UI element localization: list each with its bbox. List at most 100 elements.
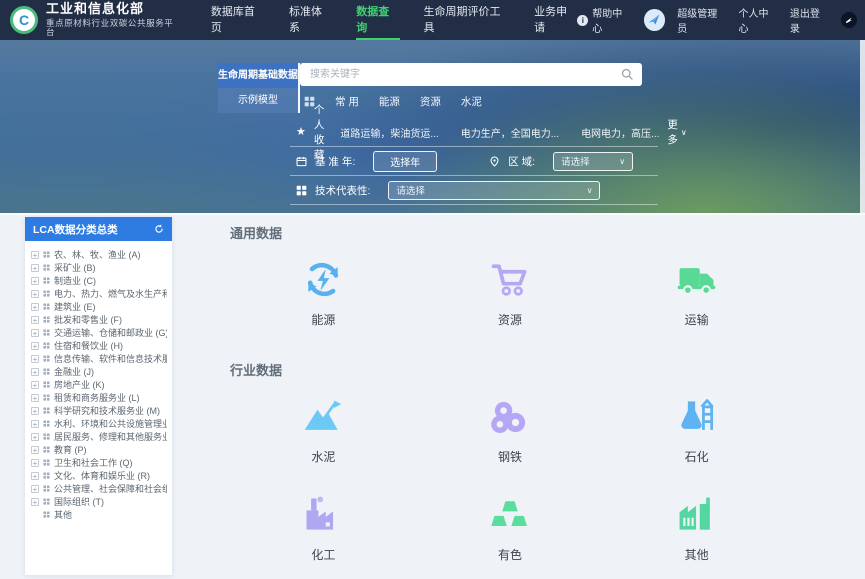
- expand-plus-icon[interactable]: [31, 264, 39, 272]
- sidebar-category-item[interactable]: 水利、环境和公共设施管理业 (N): [31, 417, 167, 430]
- help-center-link[interactable]: 帮助中心: [577, 5, 631, 35]
- expand-plus-icon[interactable]: [31, 381, 39, 389]
- lca-category-sidebar: LCA数据分类总类 农、林、牧、渔业 (A) 采矿业 (B): [25, 217, 172, 575]
- sidebar-category-item[interactable]: 其他: [31, 508, 167, 521]
- search-icon[interactable]: [621, 68, 634, 81]
- data-category-card[interactable]: 其他: [603, 481, 790, 579]
- expand-plus-icon[interactable]: [31, 433, 39, 441]
- expand-plus-icon[interactable]: [31, 498, 39, 506]
- data-category-card[interactable]: 石化: [603, 383, 790, 481]
- favorite-link[interactable]: 电力生产，全国电力...: [461, 125, 559, 140]
- quick-category[interactable]: 水泥: [461, 94, 482, 109]
- search-tab[interactable]: 示例模型: [218, 88, 298, 113]
- expand-plus-icon[interactable]: [31, 394, 39, 402]
- expand-plus-icon[interactable]: [31, 355, 39, 363]
- category-grid-icon: [43, 277, 50, 284]
- category-label: 采矿业 (B): [54, 261, 96, 274]
- data-category-card[interactable]: 水泥: [230, 383, 417, 481]
- filter-rows: 个人收藏 道路运输，柴油货运... 电力生产，全国电力... 电网电力，高压..…: [290, 118, 658, 205]
- data-category-card[interactable]: 化工: [230, 481, 417, 579]
- sidebar-category-item[interactable]: 文化、体育和娱乐业 (R): [31, 469, 167, 482]
- quick-category[interactable]: 能源: [379, 94, 400, 109]
- category-icon: [488, 395, 532, 439]
- data-category-card[interactable]: 有色: [417, 481, 604, 579]
- quick-category[interactable]: 常 用: [335, 94, 359, 109]
- sidebar-header: LCA数据分类总类: [25, 217, 172, 241]
- tech-select[interactable]: 请选择: [388, 181, 600, 200]
- nav-item[interactable]: 业务申请: [534, 0, 577, 40]
- expand-plus-icon[interactable]: [31, 459, 39, 467]
- category-label: 卫生和社会工作 (Q): [54, 456, 133, 469]
- expand-plus-icon[interactable]: [31, 251, 39, 259]
- sidebar-category-item[interactable]: 国际组织 (T): [31, 495, 167, 508]
- sidebar-category-item[interactable]: 房地产业 (K): [31, 378, 167, 391]
- logout-link[interactable]: 退出登录: [790, 5, 829, 35]
- favorite-link[interactable]: 道路运输，柴油货运...: [340, 125, 438, 140]
- expand-plus-icon[interactable]: [31, 329, 39, 337]
- sidebar-category-item[interactable]: 农、林、牧、渔业 (A): [31, 248, 167, 261]
- username-label: 超级管理员: [677, 5, 726, 35]
- expand-plus-icon[interactable]: [31, 316, 39, 324]
- data-category-card[interactable]: 能源: [230, 246, 417, 344]
- nav-item[interactable]: 生命周期评价工具: [424, 0, 511, 40]
- expand-plus-icon[interactable]: [31, 407, 39, 415]
- sidebar-category-item[interactable]: 电力、热力、燃气及水生产和供应业...: [31, 287, 167, 300]
- expand-plus-icon[interactable]: [31, 485, 39, 493]
- select-year-button[interactable]: 选择年: [373, 151, 437, 172]
- sidebar-category-item[interactable]: 住宿和餐饮业 (H): [31, 339, 167, 352]
- industry-data-cards: 水泥 钢铁 石化 化工: [230, 383, 790, 579]
- expand-plus-icon[interactable]: [31, 368, 39, 376]
- sidebar-category-item[interactable]: 交通运输、仓储和邮政业 (G): [31, 326, 167, 339]
- nav-item[interactable]: 标准体系: [289, 0, 332, 40]
- more-dropdown[interactable]: 更多: [667, 117, 686, 147]
- sidebar-category-item[interactable]: 居民服务、修理和其他服务业 (O): [31, 430, 167, 443]
- sidebar-category-item[interactable]: 批发和零售业 (F): [31, 313, 167, 326]
- sidebar-category-item[interactable]: 租赁和商务服务业 (L): [31, 391, 167, 404]
- general-data-title: 通用数据: [230, 223, 790, 242]
- search-input[interactable]: [308, 68, 621, 81]
- expand-plus-icon[interactable]: [31, 472, 39, 480]
- data-category-card[interactable]: 钢铁: [417, 383, 604, 481]
- expand-plus-icon[interactable]: [31, 342, 39, 350]
- tech-label: 技术代表性:: [315, 183, 370, 198]
- ministry-logo-icon: C: [10, 6, 38, 34]
- sidebar-category-item[interactable]: 公共管理、社会保障和社会组织 (S): [31, 482, 167, 495]
- region-select[interactable]: 请选择: [553, 152, 633, 171]
- quick-category[interactable]: 资源: [420, 94, 441, 109]
- category-icon: [301, 395, 345, 439]
- expand-plus-icon[interactable]: [31, 303, 39, 311]
- sidebar-category-item[interactable]: 卫生和社会工作 (Q): [31, 456, 167, 469]
- personal-center-link[interactable]: 个人中心: [738, 5, 777, 35]
- location-pin-icon: [489, 156, 500, 167]
- data-category-card[interactable]: 运输: [603, 246, 790, 344]
- sidebar-category-item[interactable]: 制造业 (C): [31, 274, 167, 287]
- sidebar-category-item[interactable]: 采矿业 (B): [31, 261, 167, 274]
- scrollbar-track[interactable]: [860, 40, 865, 213]
- expand-plus-icon[interactable]: [31, 277, 39, 285]
- floating-widget-icon[interactable]: [841, 12, 857, 28]
- card-label: 化工: [311, 546, 335, 563]
- refresh-icon[interactable]: [154, 224, 164, 234]
- category-label: 租赁和商务服务业 (L): [54, 391, 140, 404]
- data-category-card[interactable]: 资源: [417, 246, 604, 344]
- nav-item[interactable]: 数据查询: [356, 0, 399, 40]
- category-grid-icon: [43, 472, 50, 479]
- nav-item[interactable]: 数据库首页: [211, 0, 265, 40]
- avatar[interactable]: [644, 9, 666, 31]
- sidebar-category-item[interactable]: 信息传输、软件和信息技术服务业 (I...: [31, 352, 167, 365]
- sidebar-category-item[interactable]: 建筑业 (E): [31, 300, 167, 313]
- category-label: 教育 (P): [54, 443, 87, 456]
- category-grid-icon: [43, 446, 50, 453]
- sidebar-category-item[interactable]: 科学研究和技术服务业 (M): [31, 404, 167, 417]
- expand-plus-icon[interactable]: [31, 446, 39, 454]
- sidebar-category-item[interactable]: 金融业 (J): [31, 365, 167, 378]
- category-label: 建筑业 (E): [54, 300, 96, 313]
- search-tab[interactable]: 生命周期基础数据: [218, 63, 298, 88]
- category-grid-icon: [43, 381, 50, 388]
- expand-plus-icon[interactable]: [31, 420, 39, 428]
- favorite-link[interactable]: 电网电力，高压...: [581, 125, 659, 140]
- sidebar-category-item[interactable]: 教育 (P): [31, 443, 167, 456]
- hero-banner: 生命周期基础数据 示例模型 常 用 能源 资源 水泥: [0, 40, 865, 215]
- category-grid-icon: [43, 342, 50, 349]
- expand-plus-icon[interactable]: [31, 290, 39, 298]
